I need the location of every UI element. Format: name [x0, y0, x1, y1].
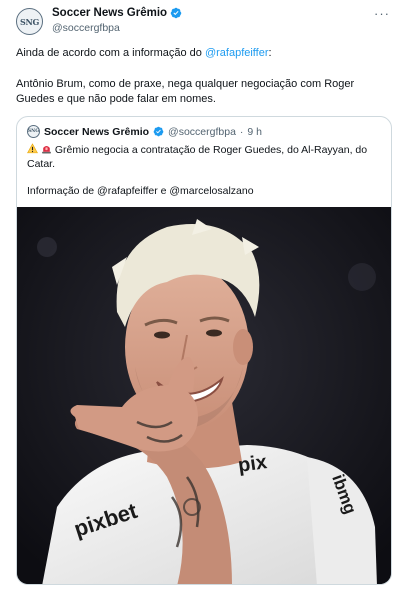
mention-link[interactable]: @rafapfeiffer [205, 47, 269, 59]
quoted-avatar: SNG [27, 125, 40, 138]
tweet-card: SNG Soccer News Grêmio @soccergfbpa ··· … [0, 0, 400, 591]
quoted-timestamp[interactable]: 9 h [247, 126, 262, 138]
quoted-credit: Informação de @rafapfeiffer e @marcelosa… [27, 185, 254, 197]
quoted-author-name: Soccer News Grêmio [44, 125, 150, 138]
quoted-text-body: Grêmio negocia a contratação de Roger Gu… [27, 144, 368, 170]
tweet-line-2: Antônio Brum, como de praxe, nega qualqu… [16, 77, 355, 106]
verified-badge-icon [170, 7, 182, 19]
tweet-line-1-suffix: : [268, 47, 272, 59]
quoted-separator: · [239, 125, 244, 138]
quoted-avatar-monogram: SNG [27, 129, 40, 134]
tweet-body: Ainda de acordo com a informação do @raf… [16, 46, 388, 123]
siren-icon [42, 146, 51, 154]
quoted-author-handle: @soccergfbpa [168, 125, 236, 138]
player-photo-illustration: pixbet pix ibmg [17, 207, 391, 584]
warning-icon [27, 143, 38, 154]
tweet-line-1-text: Ainda de acordo com a informação do [16, 47, 205, 59]
player-photo[interactable]: pixbet pix ibmg [17, 207, 391, 584]
author-name[interactable]: Soccer News Grêmio [52, 7, 167, 19]
quoted-text: Grêmio negocia a contratação de Roger Gu… [27, 143, 379, 171]
quoted-tweet[interactable]: SNG Soccer News Grêmio @soccergfbpa · 9 … [16, 116, 392, 585]
more-options-icon[interactable]: ··· [374, 6, 390, 21]
avatar-monogram: SNG [19, 16, 40, 27]
author-handle[interactable]: @soccergfbpa [52, 22, 120, 34]
shirt-sponsor-chest: pix [237, 451, 269, 477]
quoted-verified-badge-icon [153, 126, 164, 137]
author-name-row: Soccer News Grêmio [52, 7, 182, 19]
author-avatar[interactable]: SNG [16, 8, 43, 35]
tweet-line-1: Ainda de acordo com a informação do @raf… [16, 46, 388, 62]
quoted-header: SNG Soccer News Grêmio @soccergfbpa · 9 … [27, 125, 262, 138]
